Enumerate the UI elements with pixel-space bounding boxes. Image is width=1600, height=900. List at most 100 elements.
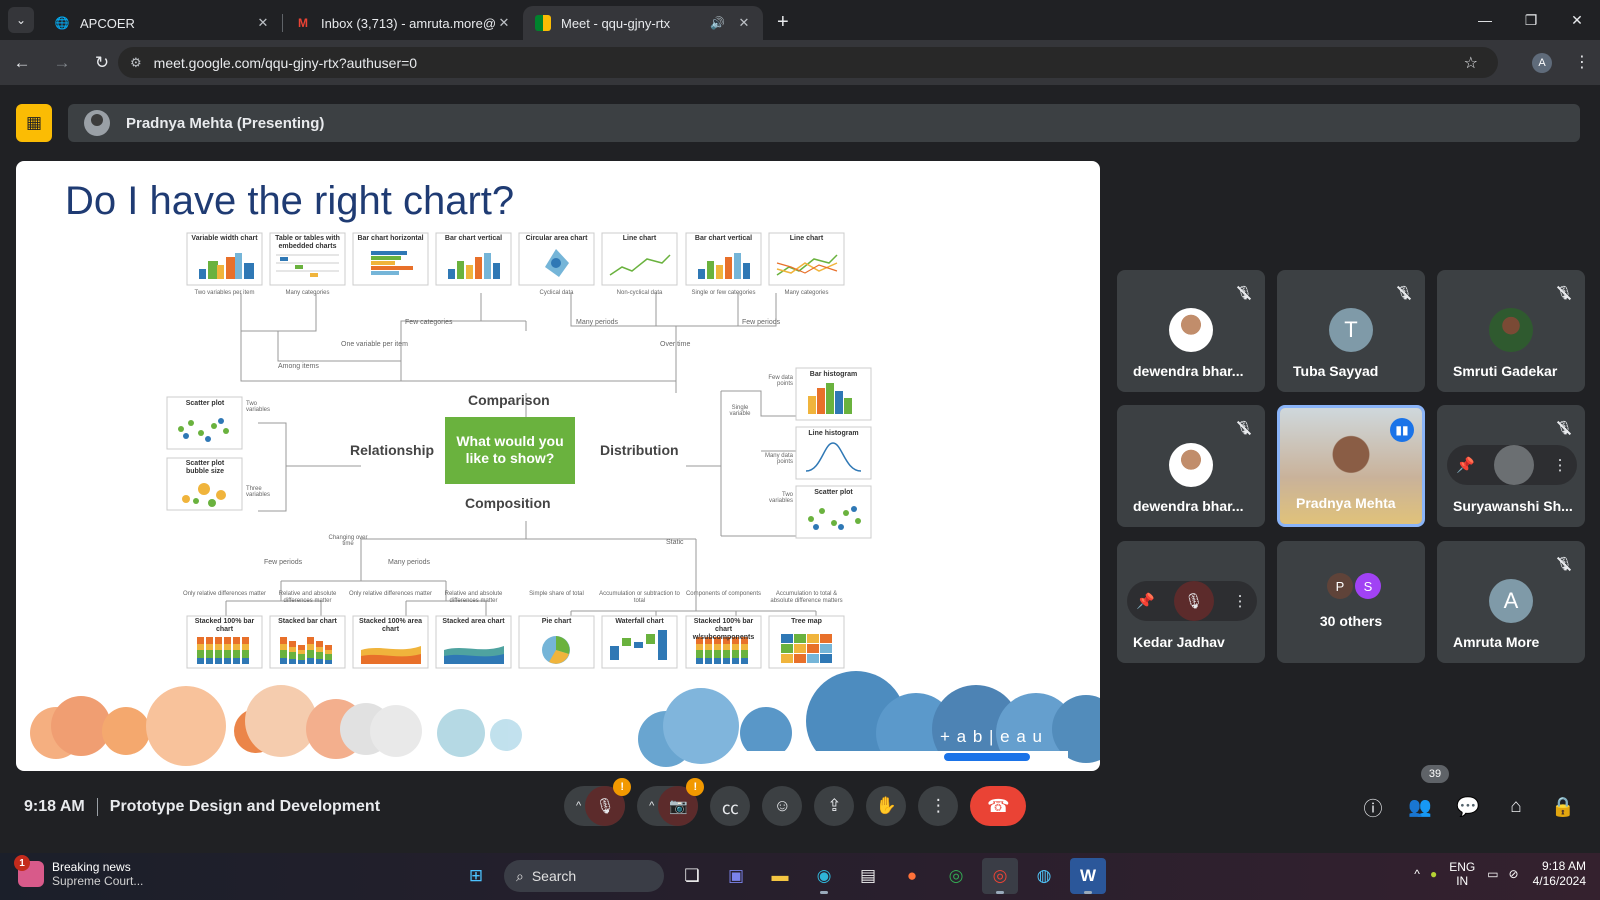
chrome-icon[interactable]: ◎: [982, 858, 1018, 894]
others-tile[interactable]: P S 30 others: [1277, 541, 1425, 663]
task-view-icon[interactable]: ❏: [674, 858, 710, 894]
present-button[interactable]: ⇪: [814, 786, 855, 826]
news-title: Breaking news: [52, 860, 131, 874]
meeting-details-icon[interactable]: ⓘ: [1360, 794, 1386, 820]
label-left-bubble: Scatter plot bubble size: [185, 460, 225, 475]
emoji-icon: ☺: [773, 796, 792, 815]
camera-off-button[interactable]: 📷!: [658, 778, 705, 826]
windows-taskbar: 1 Breaking news Supreme Court... ⊞ ⌕ Sear…: [0, 853, 1600, 900]
participant-tile[interactable]: 🎙 📌 ⋮ Suryawanshi Sh...: [1437, 405, 1585, 527]
diagram-card-text: Accumulation or subtraction to total: [599, 591, 680, 604]
mic-control: ^ 🎙!: [564, 778, 632, 826]
participant-tile[interactable]: 🎙 dewendra bhar...: [1117, 270, 1265, 392]
diagram-center-label: What would you like to show?: [456, 433, 564, 466]
minimize-icon[interactable]: —: [1462, 0, 1508, 40]
teams-icon[interactable]: ▣: [718, 858, 754, 894]
maps-icon[interactable]: ◍: [1026, 858, 1062, 894]
display-icon[interactable]: ▭: [1487, 867, 1498, 881]
chevron-up-icon[interactable]: ^: [1414, 867, 1420, 881]
system-clock[interactable]: 9:18 AM 4/16/2024: [1533, 859, 1586, 889]
clock-time: 9:18 AM: [1541, 859, 1586, 873]
diagram-card-text: Stacked 100% area chart: [358, 618, 423, 633]
label-right-scatter: Scatter plot: [814, 489, 853, 496]
network-off-icon[interactable]: ⊘: [1509, 867, 1519, 881]
others-count: 30 others: [1319, 613, 1383, 629]
meeting-controls: 9:18 AM Prototype Design and Development…: [0, 765, 1600, 853]
meeting-info: 9:18 AM Prototype Design and Development: [24, 798, 380, 816]
new-tab-button[interactable]: +: [777, 11, 789, 34]
close-window-icon[interactable]: ✕: [1554, 0, 1600, 40]
participant-tile-speaking[interactable]: ▮▮ Pradnya Mehta: [1277, 405, 1425, 527]
language-indicator[interactable]: ENG IN: [1449, 860, 1475, 888]
chevron-down-icon: ⌄: [15, 13, 27, 27]
mic-icon[interactable]: 🎙: [1173, 581, 1214, 621]
participant-tile[interactable]: 🎙 Smruti Gadekar: [1437, 270, 1585, 392]
chrome-icon[interactable]: ◎: [938, 858, 974, 894]
more-options-icon[interactable]: ⋮: [1233, 592, 1248, 610]
activities-icon[interactable]: ⌂: [1503, 794, 1529, 820]
tab-apcoer[interactable]: 🌐 APCOER ✕: [42, 6, 282, 40]
speaker-icon[interactable]: 🔊: [710, 16, 725, 30]
back-icon[interactable]: ←: [4, 45, 40, 81]
chevron-up-icon[interactable]: ^: [576, 800, 581, 812]
word-icon[interactable]: W: [1070, 858, 1106, 894]
store-icon[interactable]: ▤: [850, 858, 886, 894]
people-icon[interactable]: 👥: [1407, 794, 1433, 820]
avatar: [1169, 308, 1213, 352]
label-many-periods: Many periods: [576, 319, 619, 326]
close-icon[interactable]: ✕: [254, 15, 272, 31]
news-widget[interactable]: 1 Breaking news Supreme Court...: [14, 855, 143, 888]
profile-avatar[interactable]: A: [1532, 53, 1552, 73]
edge-icon[interactable]: ◉: [806, 858, 842, 894]
avatar: [1489, 308, 1533, 352]
taskbar-search[interactable]: ⌕ Search: [504, 860, 664, 892]
leave-call-button[interactable]: ☎: [970, 786, 1027, 826]
forward-icon[interactable]: →: [44, 45, 80, 81]
captions-button[interactable]: ㏄: [710, 786, 751, 826]
search-label: Search: [531, 868, 577, 884]
diagram-card-text: Circular area chart: [525, 235, 588, 242]
participant-tile[interactable]: 🎙 T Tuba Sayyad: [1277, 270, 1425, 392]
phone-hangup-icon: ☎: [987, 795, 1010, 816]
branch-distribution: Distribution: [600, 442, 679, 458]
chevron-up-icon[interactable]: ^: [649, 800, 654, 812]
presenting-icon[interactable]: ▦: [16, 104, 52, 142]
host-controls-icon[interactable]: 🔒: [1550, 794, 1576, 820]
label-few-periods: Few periods: [742, 319, 781, 326]
windows-start-icon[interactable]: ⊞: [458, 858, 494, 894]
site-info-icon[interactable]: ⚙: [130, 55, 142, 71]
more-options-icon[interactable]: ⋮: [1553, 456, 1568, 474]
tab-inbox[interactable]: M Inbox (3,713) - amruta.more@a ✕: [283, 6, 523, 40]
meet-icon: [535, 15, 551, 31]
reload-icon[interactable]: ↻: [84, 45, 120, 81]
address-bar[interactable]: ⚙ meet.google.com/qqu-gjny-rtx?authuser=…: [118, 47, 1498, 78]
more-vert-icon: ⋮: [929, 796, 947, 815]
raise-hand-button[interactable]: ✋: [866, 786, 907, 826]
bookmark-star-icon[interactable]: ☆: [1464, 53, 1478, 73]
diagram-card-text: Two variables per item: [194, 290, 255, 296]
region-code: IN: [1456, 874, 1469, 888]
participant-tile-self[interactable]: 🎙 A Amruta More: [1437, 541, 1585, 663]
file-explorer-icon[interactable]: ▬: [762, 858, 798, 894]
more-options-button[interactable]: ⋮: [918, 786, 959, 826]
reactions-button[interactable]: ☺: [762, 786, 803, 826]
restore-icon[interactable]: ❐: [1508, 0, 1554, 40]
tab-meet[interactable]: Meet - qqu-gjny-rtx 🔊 ✕: [523, 6, 763, 40]
avatar: [1493, 445, 1534, 485]
pin-icon[interactable]: 📌: [1456, 456, 1475, 474]
tab-search-button[interactable]: ⌄: [8, 7, 34, 33]
firefox-icon[interactable]: ●: [894, 858, 930, 894]
browser-menu-icon[interactable]: ⋮: [1574, 52, 1590, 72]
close-icon[interactable]: ✕: [495, 15, 513, 31]
participant-tile[interactable]: 📌 🎙 ⋮ Kedar Jadhav: [1117, 541, 1265, 663]
pin-icon[interactable]: 📌: [1136, 592, 1155, 610]
participant-tile[interactable]: 🎙 dewendra bhar...: [1117, 405, 1265, 527]
diagram-card-text: Stacked bar chart: [278, 618, 337, 625]
chat-icon[interactable]: 💬: [1455, 794, 1481, 820]
close-icon[interactable]: ✕: [735, 15, 753, 31]
tray-app-icon[interactable]: ●: [1430, 867, 1437, 881]
gmail-icon: M: [298, 16, 308, 30]
diagram-card-text: Variable width chart: [191, 235, 258, 242]
hand-icon: ✋: [875, 796, 897, 815]
mic-off-button[interactable]: 🎙!: [585, 778, 632, 826]
